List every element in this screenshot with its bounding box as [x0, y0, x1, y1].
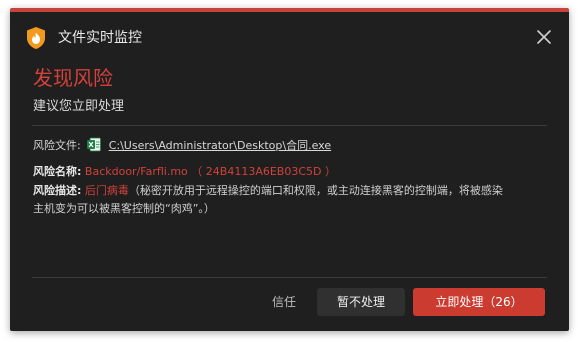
- risk-file-path-link[interactable]: C:\Users\Administrator\Desktop\合同.exe: [109, 139, 331, 152]
- alert-subheading: 建议您立即处理: [33, 99, 125, 114]
- risk-description-label: 风险描述:: [33, 184, 82, 197]
- risk-type: 后门病毒: [84, 184, 129, 197]
- risk-name-value: Backdoor/Farfli.mo: [84, 165, 188, 178]
- risk-description-text-continued: 主机变为可以被黑客控制的“肉鸡”。）: [33, 202, 215, 215]
- divider: [32, 277, 547, 278]
- action-bar: 信任 暂不处理 立即处理（26）: [10, 288, 569, 328]
- title-bar: 文件实时监控: [10, 12, 569, 56]
- risk-alert-dialog: 文件实时监控 发现风险 建议您立即处理 风险文件: C:\Users\Admin…: [10, 8, 569, 331]
- risk-file-row: 风险文件: C:\Users\Administrator\Desktop\合同.…: [33, 137, 331, 154]
- risk-description-row-continued: 主机变为可以被黑客控制的“肉鸡”。）: [33, 201, 215, 217]
- defer-button[interactable]: 暂不处理: [317, 288, 405, 316]
- trust-button[interactable]: 信任: [266, 288, 302, 316]
- risk-name-label: 风险名称:: [33, 165, 82, 178]
- alert-heading: 发现风险: [33, 66, 113, 90]
- divider: [32, 125, 547, 126]
- risk-description-text: （秘密开放用于远程操控的端口和权限，或主动连接黑客的控制端，将被感染: [128, 184, 503, 197]
- risk-file-label: 风险文件:: [33, 139, 81, 152]
- close-icon[interactable]: [535, 28, 553, 46]
- window-title: 文件实时监控: [58, 30, 142, 46]
- flame-shield-icon: [25, 26, 47, 50]
- risk-name-hash: （ 24B4113A6EB03C5D ）: [191, 165, 336, 178]
- handle-now-button[interactable]: 立即处理（26）: [413, 288, 545, 316]
- risk-description-row: 风险描述: 后门病毒（秘密开放用于远程操控的端口和权限，或主动连接黑客的控制端，…: [33, 183, 503, 199]
- risk-name-row: 风险名称: Backdoor/Farfli.mo （ 24B4113A6EB03…: [33, 164, 336, 180]
- excel-file-icon: [87, 137, 102, 152]
